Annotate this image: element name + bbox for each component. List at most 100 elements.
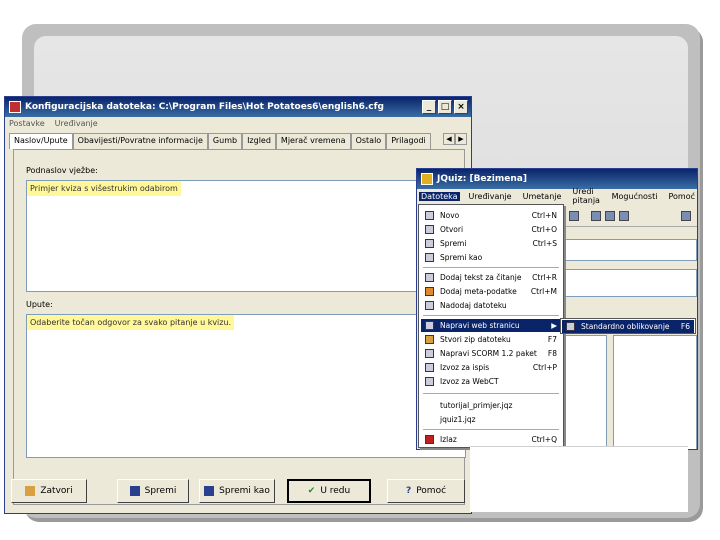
menu-uredi-pitanja[interactable]: Uredi pitanja — [570, 187, 602, 205]
slide-bottom-strip — [470, 446, 688, 512]
ok-button[interactable]: ✔ U redu — [287, 479, 371, 503]
menu-uredivanje[interactable]: Uređivanje — [55, 119, 98, 128]
instructions-label: Upute: — [26, 300, 53, 309]
menu-item-label: Standardno oblikovanje — [581, 322, 670, 331]
plus-icon — [425, 301, 434, 310]
undo-icon[interactable] — [569, 211, 579, 221]
menu-uredivanje-jq[interactable]: Uređivanje — [467, 192, 514, 201]
menu-item-label: Izvoz za ispis — [440, 363, 490, 372]
menu-item-label: jquiz1.jqz — [440, 415, 476, 424]
menu-item-label: Novo — [440, 211, 460, 220]
menu-pomoc[interactable]: Pomoć — [666, 192, 697, 201]
tab-gumb[interactable]: Gumb — [207, 133, 243, 149]
subtitle-field[interactable]: Primjer kviza s višestrukim odabirom — [26, 180, 466, 292]
paste-icon[interactable] — [619, 211, 629, 221]
zip-icon — [425, 335, 434, 344]
web-icon — [425, 321, 434, 330]
menu-item-shortcut: Ctrl+N — [531, 211, 557, 220]
menu-item-add-file[interactable]: Nadodaj datoteku — [421, 299, 561, 312]
menu-item-reading[interactable]: Dodaj tekst za čitanje Ctrl+R — [421, 271, 561, 284]
menu-item-shortcut: Ctrl+O — [531, 225, 557, 234]
menu-item-label: Napravi web stranicu — [440, 321, 520, 330]
help-button[interactable]: ? Pomoć — [387, 479, 465, 503]
config-titlebar: Konfiguracijska datoteka: C:\Program Fil… — [5, 97, 471, 117]
menu-separator — [423, 315, 559, 316]
jquiz-title: JQuiz: [Bezimena] — [437, 174, 527, 184]
tab-obavijesti[interactable]: Obavijesti/Povratne informacije — [72, 133, 208, 149]
menu-item-shortcut: F7 — [547, 335, 557, 344]
subtitle-value: Primjer kviza s višestrukim odabirom — [27, 181, 181, 196]
menu-item-exit[interactable]: Izlaz Ctrl+Q — [421, 433, 561, 446]
maximize-button[interactable]: □ — [438, 100, 452, 114]
menu-item-new[interactable]: Novo Ctrl+N — [421, 209, 561, 222]
floppy-icon — [129, 486, 140, 496]
tab-ostalo[interactable]: Ostalo — [350, 133, 387, 149]
jquiz-menubar: Datoteka Uređivanje Umetanje Uredi pitan… — [417, 187, 697, 205]
save-as-button-label: Spremi kao — [219, 486, 270, 496]
jquiz-answers-field[interactable] — [563, 335, 607, 449]
tab-scroll-left-icon[interactable]: ◀ — [443, 133, 455, 145]
web-page-submenu: Standardno oblikovanje F6 — [560, 318, 696, 334]
close-button[interactable]: Zatvori — [11, 479, 87, 503]
menu-item-metadata[interactable]: Dodaj meta-podatke Ctrl+M — [421, 285, 561, 298]
tab-naslov-upute[interactable]: Naslov/Upute — [9, 133, 73, 149]
menu-item-label: Spremi kao — [440, 253, 483, 262]
tab-mjerac-vremena[interactable]: Mjerač vremena — [275, 133, 351, 149]
menu-item-shortcut: Ctrl+P — [532, 363, 557, 372]
exit-icon — [425, 435, 434, 444]
standard-format-icon — [566, 322, 575, 331]
menu-item-print[interactable]: Izvoz za ispis Ctrl+P — [421, 361, 561, 374]
menu-item-shortcut: Ctrl+Q — [531, 435, 557, 444]
instructions-field[interactable]: Odaberite točan odgovor za svako pitanje… — [26, 314, 466, 458]
checkmark-icon: ✔ — [307, 486, 316, 496]
config-title: Konfiguracijska datoteka: C:\Program Fil… — [25, 102, 384, 112]
menu-item-label: Spremi — [440, 239, 467, 248]
new-icon — [425, 211, 434, 220]
menu-item-webct[interactable]: Izvoz za WebCT — [421, 375, 561, 388]
web-page-icon[interactable] — [681, 211, 691, 221]
jquiz-feedback-field[interactable] — [613, 335, 697, 449]
save-as-button[interactable]: Spremi kao — [199, 479, 275, 503]
menu-item-shortcut: Ctrl+S — [532, 239, 557, 248]
app-icon — [9, 101, 21, 113]
menu-datoteka[interactable]: Datoteka — [419, 191, 460, 201]
jquiz-titlebar: JQuiz: [Bezimena] — [417, 169, 697, 189]
jquiz-title-field[interactable] — [563, 239, 697, 261]
menu-item-save-as[interactable]: Spremi kao — [421, 251, 561, 264]
menu-item-recent-1[interactable]: tutorijal_primjer.jqz — [421, 399, 561, 412]
menu-item-label: Stvori zip datoteku — [440, 335, 511, 344]
copy-icon[interactable] — [605, 211, 615, 221]
minimize-button[interactable]: _ — [422, 100, 436, 114]
reading-icon — [425, 273, 434, 282]
close-window-button[interactable]: × — [454, 100, 468, 114]
tab-izgled[interactable]: Izgled — [242, 133, 276, 149]
save-as-icon — [425, 253, 434, 262]
menu-item-standard-format[interactable]: Standardno oblikovanje F6 — [562, 320, 694, 333]
menu-separator — [423, 393, 559, 394]
menu-item-shortcut: Ctrl+M — [530, 287, 557, 296]
tab-prilagodi[interactable]: Prilagodi — [386, 133, 431, 149]
open-icon — [425, 225, 434, 234]
menu-item-label: Napravi SCORM 1.2 paket — [440, 349, 537, 358]
save-button[interactable]: Spremi — [117, 479, 189, 503]
menu-mogucnosti[interactable]: Mogućnosti — [610, 192, 660, 201]
jquiz-toolbar — [563, 205, 697, 227]
help-button-label: Pomoć — [416, 486, 447, 496]
jquiz-app-icon — [421, 173, 433, 185]
jquiz-question-field[interactable] — [563, 269, 697, 297]
menu-item-create-web-page[interactable]: Napravi web stranicu ▶ — [421, 319, 561, 332]
menu-item-zip[interactable]: Stvori zip datoteku F7 — [421, 333, 561, 346]
cut-icon[interactable] — [591, 211, 601, 221]
menu-item-recent-2[interactable]: jquiz1.jqz — [421, 413, 561, 426]
menu-item-scorm[interactable]: Napravi SCORM 1.2 paket F8 — [421, 347, 561, 360]
tab-scroll-right-icon[interactable]: ▶ — [455, 133, 467, 145]
menu-separator — [423, 429, 559, 430]
menu-item-save[interactable]: Spremi Ctrl+S — [421, 237, 561, 250]
close-button-label: Zatvori — [40, 486, 73, 496]
save-icon — [425, 239, 434, 248]
menu-postavke[interactable]: Postavke — [9, 119, 45, 128]
menu-item-open[interactable]: Otvori Ctrl+O — [421, 223, 561, 236]
save-button-label: Spremi — [144, 486, 177, 496]
menu-umetanje[interactable]: Umetanje — [521, 192, 564, 201]
scorm-icon — [425, 349, 434, 358]
